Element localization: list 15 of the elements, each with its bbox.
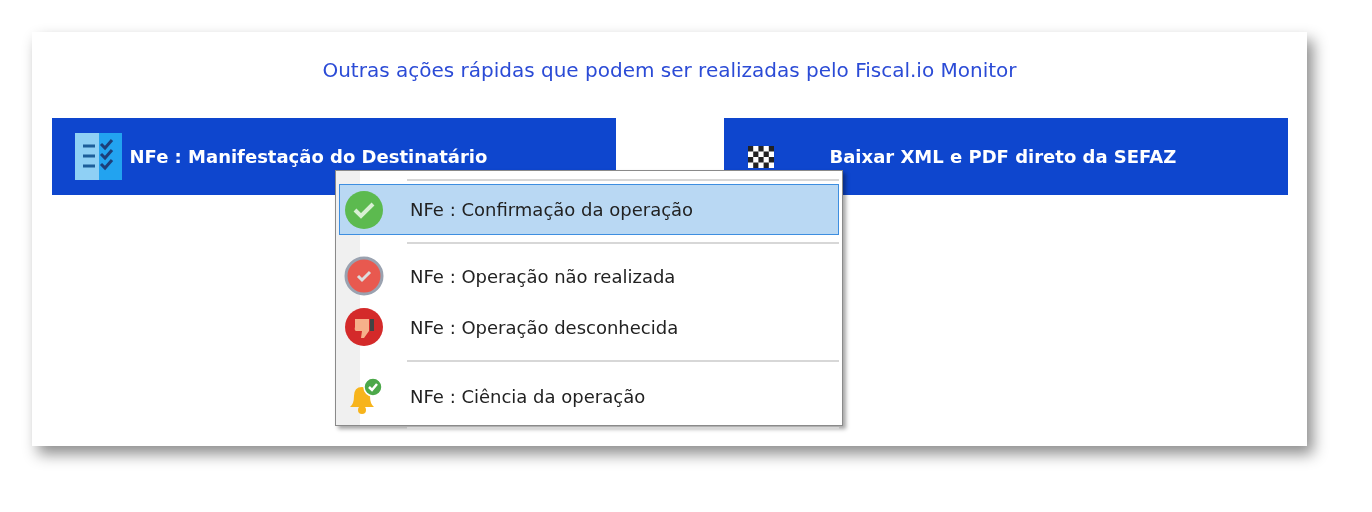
check-circle-icon [344,256,384,296]
checklist-icon [74,133,122,180]
menu-item[interactable]: NFe : Ciência da operação [339,369,839,423]
menu-item-label: NFe : Ciência da operação [410,385,646,407]
menu-item-label: NFe : Operação não realizada [410,265,676,287]
checkered-flag-icon [747,145,774,168]
check-circle-icon [344,189,384,230]
menu-item[interactable]: NFe : Operação desconhecida [339,301,839,353]
heading: Outras ações rápidas que podem ser realizadas pelo Fiscal.io Monitor [322,57,1017,84]
menu-item[interactable]: NFe : Operação não realizada [339,251,839,301]
thumbs-down-icon [344,307,384,347]
menu-item-label: NFe : Confirmação da operação [410,199,694,220]
action-button[interactable]: Baixar XML e PDF direto da SEFAZ [723,118,1288,195]
menu-item-label: NFe : Operação desconhecida [410,316,679,338]
menu-item[interactable]: NFe : Confirmação da operação [339,184,839,235]
